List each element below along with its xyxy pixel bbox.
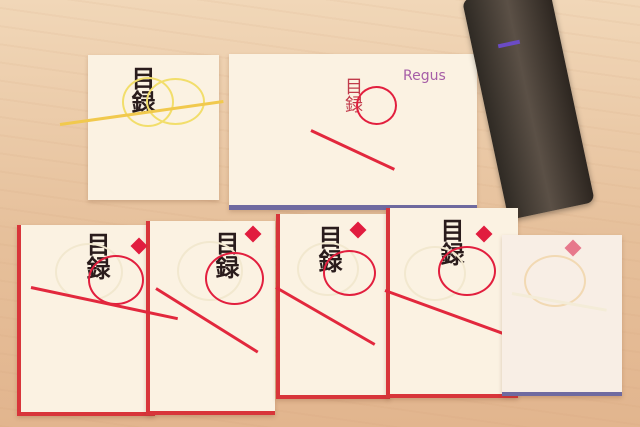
brand-logo: Regus	[403, 68, 446, 84]
knot-loop-b4b	[438, 246, 496, 296]
knot-loop-b1b	[88, 255, 144, 305]
knot-loop-b3b	[323, 250, 376, 296]
knot-loop-center	[356, 86, 397, 125]
envelope-bottom-4: 目録	[386, 208, 518, 398]
knot-loop-top-left-b	[146, 78, 205, 125]
knot-loop-b2b	[205, 252, 264, 305]
envelope-top-center: 目録 Regus	[229, 54, 477, 210]
photo-scene: 目録 目録 Regus 目録 目録 目録 目録	[0, 0, 640, 427]
